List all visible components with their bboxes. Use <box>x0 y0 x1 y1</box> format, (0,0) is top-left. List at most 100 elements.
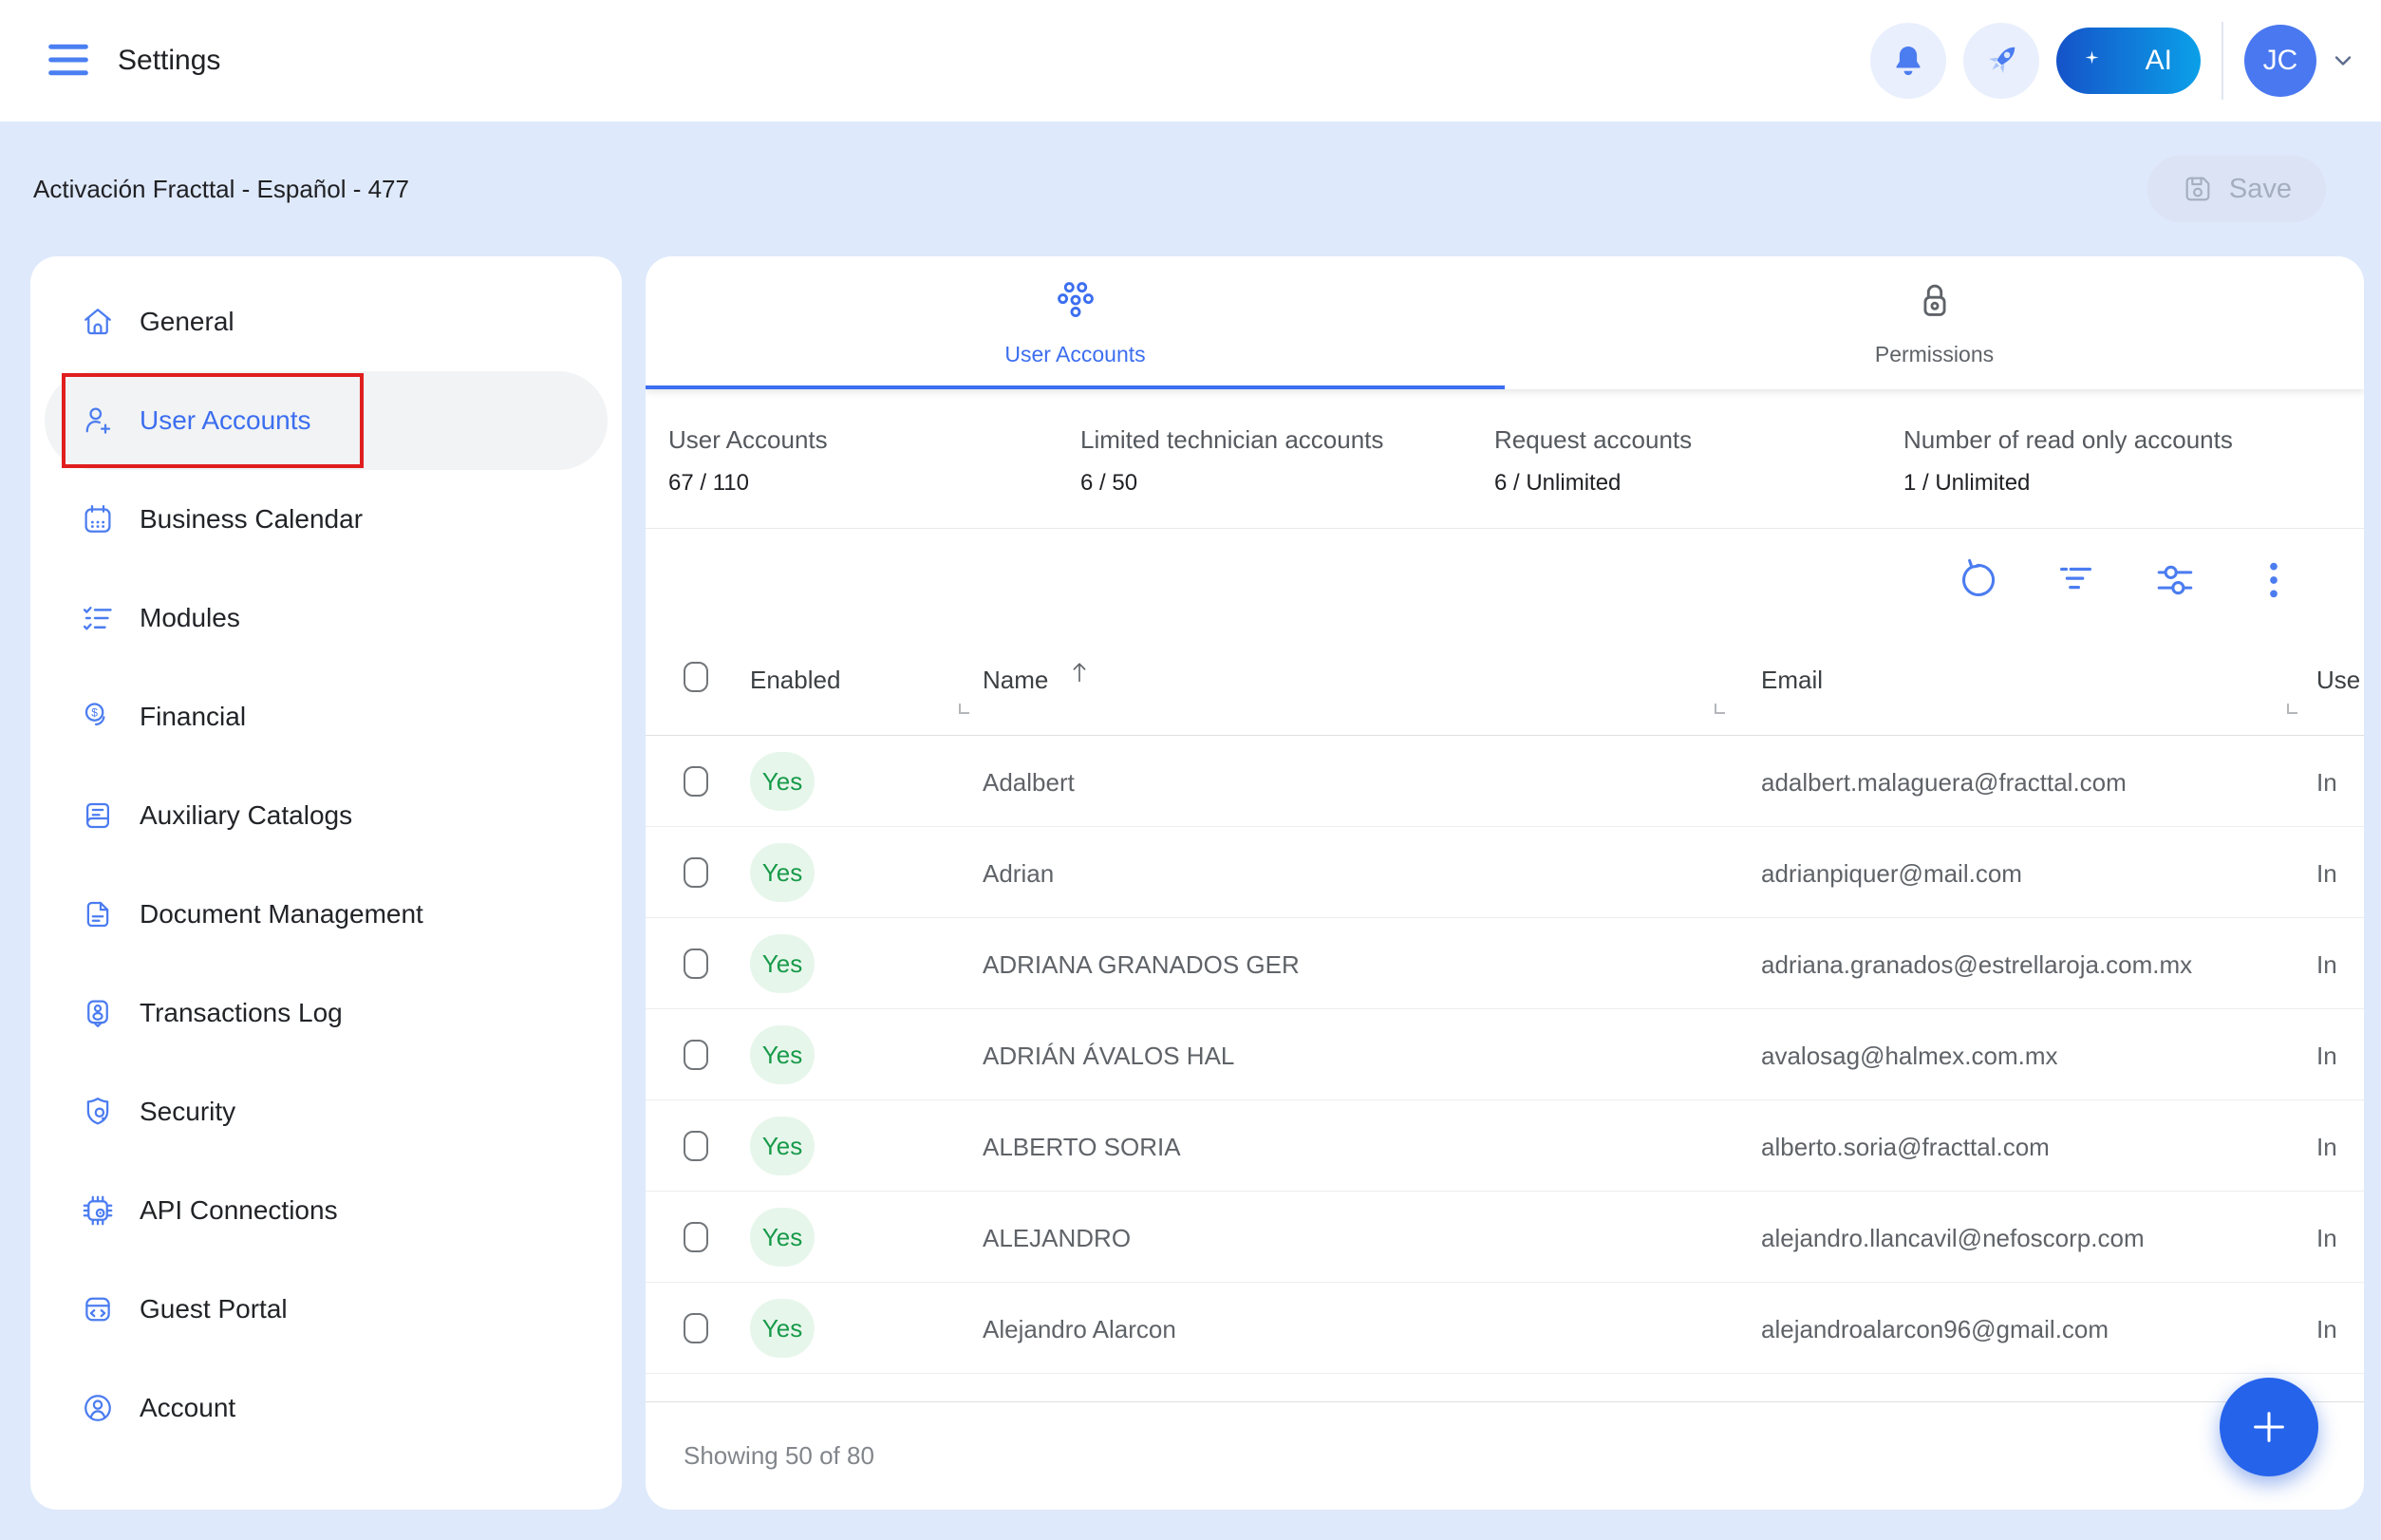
column-header-name[interactable]: Name <box>983 666 1048 695</box>
quota-label: Number of read only accounts <box>1903 425 2233 455</box>
column-resize-handle[interactable] <box>1715 704 1725 714</box>
sort-ascending-icon <box>1065 658 1094 686</box>
row-checkbox[interactable] <box>684 1222 708 1252</box>
sidebar-item-financial[interactable]: $ Financial <box>45 667 608 766</box>
table-footer: Showing 50 of 80 <box>646 1402 2364 1510</box>
table-row[interactable]: Yes Alejandro Alarcon alejandroalarcon96… <box>646 1283 2364 1374</box>
table-row[interactable]: Yes ALBERTO SORIA alberto.soria@fracttal… <box>646 1100 2364 1192</box>
email-cell: adrianpiquer@mail.com <box>1761 859 2022 889</box>
sidebar-item-user-accounts[interactable]: User Accounts <box>45 371 608 470</box>
row-checkbox[interactable] <box>684 1131 708 1161</box>
column-resize-handle[interactable] <box>2287 704 2297 714</box>
name-cell: Adrian <box>983 859 1054 889</box>
email-cell: adriana.granados@estrellaroja.com.mx <box>1761 950 2192 980</box>
name-cell: ADRIÁN ÁVALOS HAL <box>983 1042 1234 1071</box>
email-cell: adalbert.malaguera@fracttal.com <box>1761 768 2127 798</box>
refresh-button[interactable] <box>1956 558 1999 602</box>
whats-new-button[interactable] <box>1963 23 2039 99</box>
row-checkbox[interactable] <box>684 1313 708 1343</box>
row-checkbox[interactable] <box>684 857 708 888</box>
user-avatar[interactable]: JC <box>2244 25 2316 97</box>
quota-label: Request accounts <box>1494 425 1692 455</box>
enabled-badge: Yes <box>750 752 815 811</box>
user-type-cell: In <box>2316 1042 2337 1071</box>
chevron-down-icon[interactable] <box>2330 47 2356 74</box>
sidebar-item-business-calendar[interactable]: Business Calendar <box>45 470 608 569</box>
add-user-button[interactable] <box>2220 1378 2318 1476</box>
portal-icon <box>81 1292 115 1326</box>
sidebar-item-transactions-log[interactable]: Transactions Log <box>45 964 608 1062</box>
sidebar-item-document-management[interactable]: Document Management <box>45 865 608 964</box>
table-row[interactable]: Yes ADRIANA GRANADOS GER adriana.granado… <box>646 918 2364 1009</box>
tune-columns-button[interactable] <box>2153 558 2197 602</box>
column-resize-handle[interactable] <box>959 704 969 714</box>
tab-user-accounts[interactable]: User Accounts <box>646 256 1505 389</box>
sub-header: Activación Fracttal - Español - 477 Save <box>0 122 2381 256</box>
table-body: Yes Adalbert adalbert.malaguera@fracttal… <box>646 736 2364 1374</box>
quota-label: Limited technician accounts <box>1080 425 1383 455</box>
enabled-badge: Yes <box>750 934 815 993</box>
user-accounts-panel: User Accounts Permissions User Accounts … <box>646 256 2364 1510</box>
calendar-icon <box>81 502 115 536</box>
enabled-badge: Yes <box>750 1208 815 1267</box>
table-row-clipped <box>646 1374 2364 1402</box>
row-checkbox[interactable] <box>684 766 708 797</box>
bell-icon <box>1890 43 1926 79</box>
chip-icon <box>81 1193 115 1228</box>
name-cell: Alejandro Alarcon <box>983 1315 1176 1344</box>
sidebar-item-account[interactable]: Account <box>45 1359 608 1457</box>
doc-icon <box>81 897 115 931</box>
sidebar-item-security[interactable]: Security <box>45 1062 608 1161</box>
sidebar-item-api-connections[interactable]: API Connections <box>45 1161 608 1260</box>
ai-assistant-button[interactable]: AI <box>2056 28 2201 94</box>
save-icon <box>2182 173 2214 205</box>
table-row[interactable]: Yes Adrian adrianpiquer@mail.com In <box>646 827 2364 918</box>
sidebar-item-auxiliary-catalogs[interactable]: Auxiliary Catalogs <box>45 766 608 865</box>
email-cell: avalosag@halmex.com.mx <box>1761 1042 2058 1071</box>
enabled-badge: Yes <box>750 1299 815 1358</box>
save-label: Save <box>2229 174 2292 205</box>
sidebar-item-guest-portal[interactable]: Guest Portal <box>45 1260 608 1359</box>
group-icon <box>1054 279 1097 323</box>
row-checkbox[interactable] <box>684 948 708 979</box>
sparkle-icon <box>2085 50 2099 65</box>
coin-icon: $ <box>81 700 115 734</box>
stat-user-accounts: User Accounts 67 / 110 <box>668 425 828 497</box>
sidebar-item-general[interactable]: General <box>45 272 608 371</box>
menu-button[interactable] <box>47 43 89 80</box>
column-header-email[interactable]: Email <box>1761 666 1823 695</box>
tab-permissions[interactable]: Permissions <box>1505 256 2364 389</box>
topbar-divider <box>2222 22 2223 100</box>
filter-button[interactable] <box>2054 558 2098 602</box>
row-checkbox[interactable] <box>684 1040 708 1070</box>
topbar-actions: AI JC <box>1870 22 2356 100</box>
table-row[interactable]: Yes Adalbert adalbert.malaguera@fracttal… <box>646 736 2364 827</box>
column-header-enabled[interactable]: Enabled <box>750 666 840 695</box>
user-type-cell: In <box>2316 1133 2337 1162</box>
select-all-checkbox[interactable] <box>684 662 708 692</box>
shield-icon <box>81 1095 115 1129</box>
save-button[interactable]: Save <box>2147 156 2326 222</box>
table-row[interactable]: Yes ALEJANDRO alejandro.llancavil@nefosc… <box>646 1192 2364 1283</box>
email-cell: alejandroalarcon96@gmail.com <box>1761 1315 2109 1344</box>
badge-icon <box>81 996 115 1030</box>
table-row[interactable]: Yes ADRIÁN ÁVALOS HAL avalosag@halmex.co… <box>646 1009 2364 1100</box>
more-options-button[interactable] <box>2252 558 2296 602</box>
plus-icon <box>2247 1405 2291 1449</box>
notifications-button[interactable] <box>1870 23 1946 99</box>
svg-text:$: $ <box>91 706 98 720</box>
stat-limited-technician-accounts: Limited technician accounts 6 / 50 <box>1080 425 1383 497</box>
sidebar-item-modules[interactable]: Modules <box>45 569 608 667</box>
row-count-status: Showing 50 of 80 <box>684 1441 874 1471</box>
stat-number-of-read-only-accounts: Number of read only accounts 1 / Unlimit… <box>1903 425 2233 497</box>
user-type-cell: In <box>2316 1224 2337 1253</box>
ai-label: AI <box>2146 45 2172 77</box>
enabled-badge: Yes <box>750 1117 815 1175</box>
quota-label: User Accounts <box>668 425 828 455</box>
active-tab-underline <box>646 385 1505 389</box>
lock-icon <box>1913 279 1957 323</box>
quota-value: 6 / 50 <box>1080 470 1383 497</box>
home-icon <box>81 305 115 339</box>
user-type-cell: In <box>2316 859 2337 889</box>
column-header-user-type[interactable]: Use <box>2316 666 2360 695</box>
